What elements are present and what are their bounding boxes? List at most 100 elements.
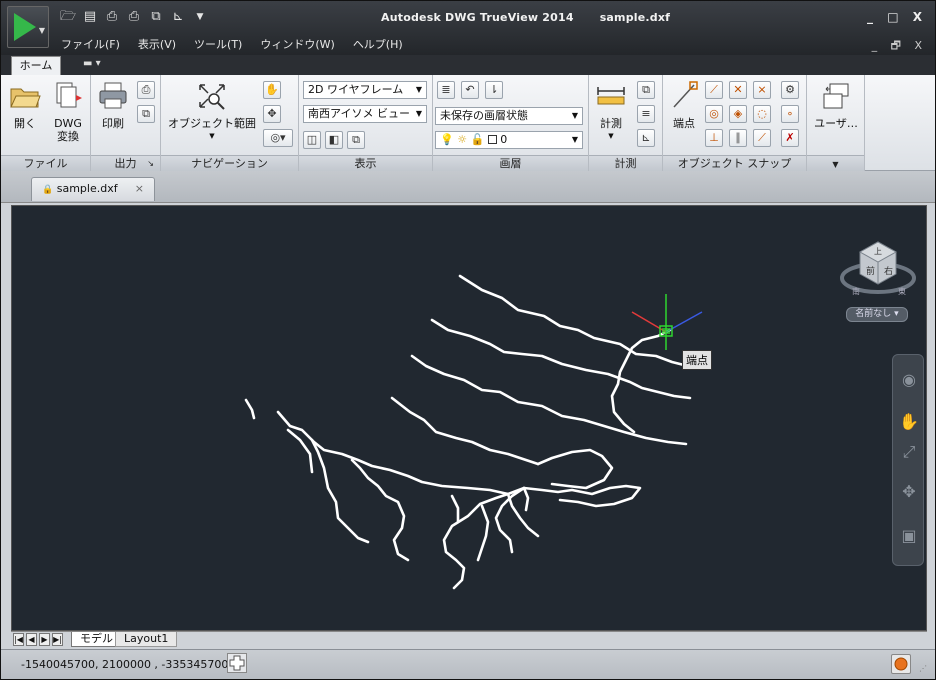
shaded-view-icon[interactable]: ◧ <box>325 131 343 149</box>
zoom-extents-label: オブジェクト範囲 <box>168 117 256 130</box>
polyline-17 <box>476 504 490 562</box>
viewcube[interactable]: 上 前 右 南 東 <box>838 230 918 300</box>
center-snap-icon[interactable]: ◎ <box>705 105 723 123</box>
dwg-convert-button[interactable]: DWG 変換 <box>49 81 87 143</box>
plus-icon[interactable] <box>227 653 247 673</box>
batch-plot-icon[interactable]: ⎙ <box>125 9 143 25</box>
view-dropdown[interactable]: 南西アイソメ ビュー ▼ <box>303 105 427 123</box>
zoom-extents-button[interactable]: オブジェクト範囲 ▼ <box>167 81 257 143</box>
steering-wheel-icon[interactable]: ◎▾ <box>263 129 293 147</box>
resize-grip-icon[interactable]: ⋰ <box>919 664 927 673</box>
print-preview-icon[interactable]: ⧉ <box>147 9 165 25</box>
midpoint-snap-icon[interactable]: ⟋ <box>705 81 723 99</box>
print-icon[interactable]: ⎙ <box>103 9 121 25</box>
layer-properties-icon[interactable]: ≣ <box>437 81 455 99</box>
close-icon[interactable]: × <box>135 178 144 200</box>
nearest-snap-icon[interactable]: ⟋ <box>753 129 771 147</box>
steering-wheel-icon[interactable]: ◉ <box>898 369 920 391</box>
pan-hand-icon[interactable]: ✋ <box>898 411 920 433</box>
pan-hand-icon[interactable]: ✋ <box>263 81 281 99</box>
dwg-convert-icon[interactable]: ▤ <box>81 9 99 25</box>
endpoint-snap-button[interactable]: 端点 <box>665 81 703 130</box>
visual-style-dropdown[interactable]: 2D ワイヤフレーム ▼ <box>303 81 427 99</box>
area-list-icon[interactable]: ≡ <box>637 105 655 123</box>
snap-settings-icon[interactable]: ⚙ <box>781 81 799 99</box>
quadrant-snap-icon[interactable]: ◈ <box>729 105 747 123</box>
current-layer-value: 0 <box>500 133 508 146</box>
orbit-icon[interactable]: ✥ <box>898 481 920 503</box>
perpendicular-snap-icon[interactable]: ⊥ <box>705 129 723 147</box>
prev-layout-icon[interactable]: ◀ <box>26 633 37 646</box>
dwg-convert-label-2: 変換 <box>57 130 79 143</box>
viewcube-right[interactable]: 右 <box>884 265 893 277</box>
view-manager-icon[interactable]: ⧉ <box>347 131 365 149</box>
chevron-down-icon[interactable]: ▼ <box>832 160 838 169</box>
showmotion-icon[interactable]: ▣ <box>898 525 920 547</box>
panel-object-snap: 端点 ⟋ ✕ ⨯ ⚙ ◎ ◈ ◌ ∘ ⊥ ∥ ⟋ ✗ オブジェクト スナップ <box>663 75 807 171</box>
communication-center-icon[interactable] <box>891 654 911 674</box>
named-view-menu[interactable]: 名前なし ▾ <box>846 307 908 322</box>
menu-file[interactable]: ファイル(F) <box>61 36 120 52</box>
document-window-controls[interactable]: _ 🗗 X <box>872 37 927 56</box>
intersection-snap-icon[interactable]: ✕ <box>729 81 747 99</box>
parallel-snap-icon[interactable]: ∥ <box>729 129 747 147</box>
plot-preview-icon[interactable]: ⧉ <box>137 105 155 123</box>
drawing-canvas[interactable]: 端点 上 前 右 南 東 名前なし ▾ ◉ ✋ ⤢ ✥ ▣ <box>11 205 927 631</box>
app-window: ▼ 🗁 ▤ ⎙ ⎙ ⧉ ⊾ ▼ Autodesk DWG TrueView 20… <box>0 0 936 680</box>
polyline-18 <box>522 486 530 512</box>
ruler-icon <box>597 87 625 105</box>
menu-window[interactable]: ウィンドウ(W) <box>260 36 334 52</box>
batch-plot-icon[interactable]: ⎙ <box>137 81 155 99</box>
chevron-down-icon: ▼ <box>38 26 45 35</box>
node-snap-icon[interactable]: ∘ <box>781 105 799 123</box>
layer-state-dropdown[interactable]: 未保存の画層状態 ▼ <box>435 107 583 125</box>
ribbon-minimize-toggle-icon[interactable]: ▬ ▾ <box>83 58 101 69</box>
layer-previous-icon[interactable]: ↶ <box>461 81 479 99</box>
orbit-icon[interactable]: ✥ <box>263 105 281 123</box>
panel-expand-icon[interactable]: ↘ <box>147 156 154 171</box>
compass-east[interactable]: 東 <box>898 286 906 296</box>
polyline-13 <box>442 492 510 590</box>
menu-tools[interactable]: ツール(T) <box>194 36 242 52</box>
viewcube-front[interactable]: 前 <box>866 265 875 277</box>
measure-icon[interactable]: ⊾ <box>169 9 187 25</box>
tangent-snap-icon[interactable]: ◌ <box>753 105 771 123</box>
tab-home[interactable]: ホーム <box>11 56 61 75</box>
clear-snap-icon[interactable]: ✗ <box>781 129 799 147</box>
next-layout-icon[interactable]: ▶ <box>39 633 50 646</box>
chevron-down-icon[interactable]: ▼ <box>167 130 257 143</box>
zoom-extents-icon[interactable]: ⤢ <box>898 441 920 463</box>
panel-layers: ≣ ↶ ⇂ 未保存の画層状態 ▼ 💡 ☼ 🔓 0 ▼ 画層 <box>433 75 589 171</box>
panel-file: 開く DWG 変換 ファイル <box>1 75 91 171</box>
last-layout-icon[interactable]: ▶| <box>52 633 63 646</box>
user-interface-button[interactable]: ユーザ… <box>811 81 861 130</box>
compass-south[interactable]: 南 <box>852 286 860 296</box>
first-layout-icon[interactable]: |◀ <box>13 633 24 646</box>
application-menu-button[interactable]: ▼ <box>7 6 49 48</box>
quick-measure-icon[interactable]: ⧉ <box>637 81 655 99</box>
print-button[interactable]: 印刷 <box>95 81 131 130</box>
id-point-icon[interactable]: ⊾ <box>637 129 655 147</box>
layer-state-value: 未保存の画層状態 <box>440 109 528 122</box>
tab-layout1[interactable]: Layout1 <box>115 632 178 647</box>
view-box-icon[interactable]: ◫ <box>303 131 321 149</box>
navigation-bar: ◉ ✋ ⤢ ✥ ▣ <box>892 354 924 566</box>
panel-object-snap-title: オブジェクト スナップ <box>663 155 806 171</box>
open-folder-icon[interactable]: 🗁 <box>59 9 77 25</box>
current-layer-dropdown[interactable]: 💡 ☼ 🔓 0 ▼ <box>435 131 583 149</box>
measure-button[interactable]: 計測 ▼ <box>593 81 629 143</box>
chevron-down-icon[interactable]: ▼ <box>593 130 629 143</box>
panel-file-title: ファイル <box>1 155 90 171</box>
menu-help[interactable]: ヘルプ(H) <box>353 36 403 52</box>
menu-view[interactable]: 表示(V) <box>138 36 176 52</box>
customize-qat-chevron-icon[interactable]: ▼ <box>191 9 209 25</box>
doc-tab-sample[interactable]: 🔒 sample.dxf × <box>31 177 155 201</box>
apparent-intersection-icon[interactable]: ⨯ <box>753 81 771 99</box>
polyline-12 <box>350 458 410 562</box>
viewcube-top[interactable]: 上 <box>874 247 882 256</box>
panel-display-title: 表示 <box>299 155 432 171</box>
window-controls[interactable]: _ □ X <box>867 10 927 24</box>
open-button[interactable]: 開く <box>7 81 43 130</box>
layer-isolate-icon[interactable]: ⇂ <box>485 81 503 99</box>
panel-navigation: オブジェクト範囲 ▼ ✋ ✥ ◎▾ ナビゲーション <box>161 75 299 171</box>
